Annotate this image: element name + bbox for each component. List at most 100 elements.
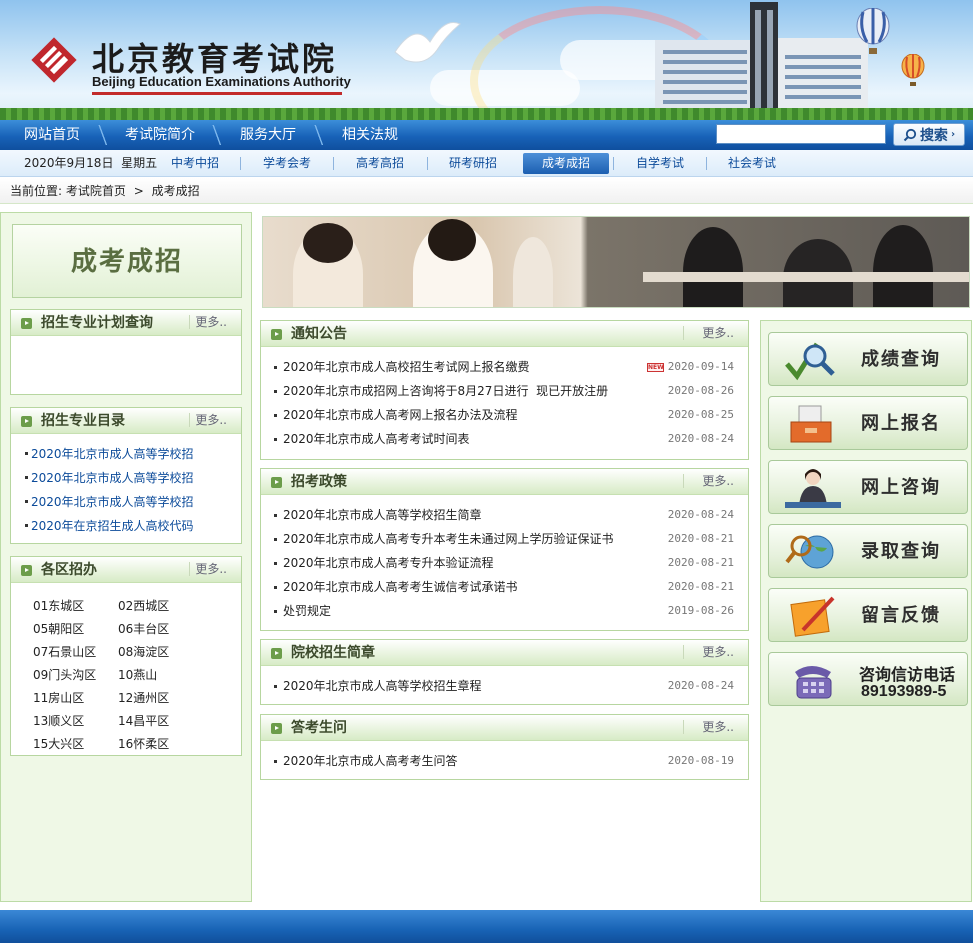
breadcrumb-prefix: 当前位置: [10,184,63,198]
search-icon [903,128,917,141]
feedback-button[interactable]: 留言反馈 [768,588,968,642]
quick-link-label: 网上报名 [861,413,941,434]
more-link[interactable]: 更多.. [195,408,227,432]
news-date: 2020-08-21 [667,556,734,569]
news-title: 处罚规定 [283,604,332,618]
subnav-gaokao[interactable]: 高考高招 [356,150,404,177]
district-link[interactable]: 15大兴区 [33,733,118,756]
online-consult-button[interactable]: 网上咨询 [768,460,968,514]
subnav-separator [706,157,707,170]
district-link[interactable]: 14昌平区 [118,710,203,733]
catalog-item[interactable]: 2020年北京市成人高等学校招 [25,490,241,514]
news-item[interactable]: 2020年北京市成人高考考生问答 2020-08-19 [273,749,736,773]
news-date: 2019-08-26 [667,604,734,617]
news-item[interactable]: 2020年北京市成人高考专升本考生未通过网上学历验证保证书 2020-08-21 [273,527,736,551]
subnav-zhongkao[interactable]: 中考中招 [171,150,219,177]
news-item[interactable]: 2020年北京市成人高考考生诚信考试承诺书 2020-08-21 [273,575,736,599]
photo-figure [873,225,933,307]
more-separator [189,413,190,427]
subnav-separator [613,157,614,170]
news-list: 2020年北京市成人高校招生考试网上报名缴费 NEW 2020-09-14 2020… [261,347,748,451]
district-link[interactable]: 12通州区 [118,687,203,710]
nav-home[interactable]: 网站首页 [24,120,80,150]
news-title: 2020年北京市成招网上咨询将于8月27日进行 现已开放注册 [283,384,609,398]
news-title: 2020年北京市成人高等学校招生简章 [283,508,482,522]
box-title: 招生专业目录 [41,413,125,429]
district-link[interactable]: 10燕山 [118,664,203,687]
more-link[interactable]: 更多.. [702,640,734,664]
news-item[interactable]: 2020年北京市成招网上咨询将于8月27日进行 现已开放注册 2020-08-26 [273,379,736,403]
box-header: 招生专业目录 更多.. [11,408,241,434]
district-link[interactable]: 05朝阳区 [33,618,118,641]
box-header: 通知公告 更多.. [261,321,748,347]
search-button-label: 搜索 [919,127,948,144]
district-link[interactable]: 08海淀区 [118,641,203,664]
news-title: 2020年北京市成人高校招生考试网上报名缴费 [283,360,530,374]
box-header: 答考生问 更多.. [261,715,748,741]
box-title: 答考生问 [291,720,347,736]
online-registration-button[interactable]: 网上报名 [768,396,968,450]
more-link[interactable]: 更多.. [702,321,734,345]
score-query-button[interactable]: 成绩查询 [768,332,968,386]
quick-link-label: 成绩查询 [861,349,941,370]
breadcrumb-current: 成考成招 [151,184,200,198]
subnav-zikao[interactable]: 自学考试 [636,150,684,177]
subnav-yankao[interactable]: 研考研招 [449,150,497,177]
catalog-item[interactable]: 2020年在京招生成人高校代码 [25,514,241,538]
nav-about[interactable]: 考试院简介 [125,120,195,150]
search-input[interactable] [716,124,886,144]
photo-desk [643,272,969,282]
subnav-xuekao[interactable]: 学考会考 [263,150,311,177]
more-separator [683,326,684,340]
more-link[interactable]: 更多.. [702,469,734,493]
subnav-separator [427,157,428,170]
district-box: 各区招办 更多.. 01东城区 02西城区 05朝阳区 06丰台区 07石景山区… [10,556,242,756]
catalog-item[interactable]: 2020年北京市成人高等学校招 [25,442,241,466]
district-link[interactable]: 16怀柔区 [118,733,203,756]
arrow-bullet-icon [271,477,282,488]
news-item[interactable]: 2020年北京市成人高等学校招生简章 2020-08-24 [273,503,736,527]
current-date: 2020年9月18日 星期五 [24,156,158,170]
quick-link-label: 留言反馈 [861,605,941,626]
more-separator [683,645,684,659]
globe-magnifier-icon [785,535,834,569]
district-link[interactable]: 13顺义区 [33,710,118,733]
box-title: 招考政策 [291,474,347,490]
news-item[interactable]: 2020年北京市成人高考考试时间表 2020-08-24 [273,427,736,451]
district-link[interactable]: 07石景山区 [33,641,118,664]
more-link[interactable]: 更多.. [195,310,227,334]
admission-query-button[interactable]: 录取查询 [768,524,968,578]
news-item[interactable]: 2020年北京市成人高等学校招生章程 2020-08-24 [273,674,736,698]
catalog-item[interactable]: 2020年北京市成人高等学校招 [25,466,241,490]
district-link[interactable]: 11房山区 [33,687,118,710]
subnav-chengkao-active[interactable]: 成考成招 [523,153,609,174]
district-link[interactable]: 02西城区 [118,595,203,618]
district-link[interactable]: 09门头沟区 [33,664,118,687]
news-title: 2020年北京市成人高考考生诚信考试承诺书 [283,580,518,594]
arrow-bullet-icon [271,648,282,659]
more-separator [683,474,684,488]
news-item[interactable]: 2020年北京市成人高考专升本验证流程 2020-08-21 [273,551,736,575]
more-link[interactable]: 更多.. [702,715,734,739]
news-date: 2020-08-24 [667,679,734,692]
news-date: 2020-08-26 [667,384,734,397]
news-item[interactable]: 2020年北京市成人高考网上报名办法及流程 2020-08-25 [273,403,736,427]
nav-service-hall[interactable]: 服务大厅 [240,120,296,150]
nav-separator [312,125,326,145]
hotline-panel[interactable]: 咨询信访电话 89193989-5 [768,652,968,706]
news-item[interactable]: 2020年北京市成人高校招生考试网上报名缴费 NEW 2020-09-14 [273,355,736,379]
sub-nav: 2020年9月18日 星期五 中考中招 学考会考 高考高招 研考研招 自学考试 … [0,150,973,177]
breadcrumb-separator: > [133,184,144,198]
breadcrumb-home[interactable]: 考试院首页 [66,184,126,198]
district-link[interactable]: 06丰台区 [118,618,203,641]
district-link[interactable]: 01东城区 [33,595,118,618]
news-date: 2020-08-25 [667,408,734,421]
news-item[interactable]: 处罚规定 2019-08-26 [273,599,736,623]
box-title: 各区招办 [41,562,97,578]
search-button[interactable]: 搜索 › [893,123,965,146]
section-badge: 成考成招 [12,224,242,298]
subnav-shehui[interactable]: 社会考试 [728,150,776,177]
nav-regulations[interactable]: 相关法规 [342,120,398,150]
more-link[interactable]: 更多.. [195,557,227,581]
news-title: 2020年北京市成人高考考生问答 [283,754,458,768]
